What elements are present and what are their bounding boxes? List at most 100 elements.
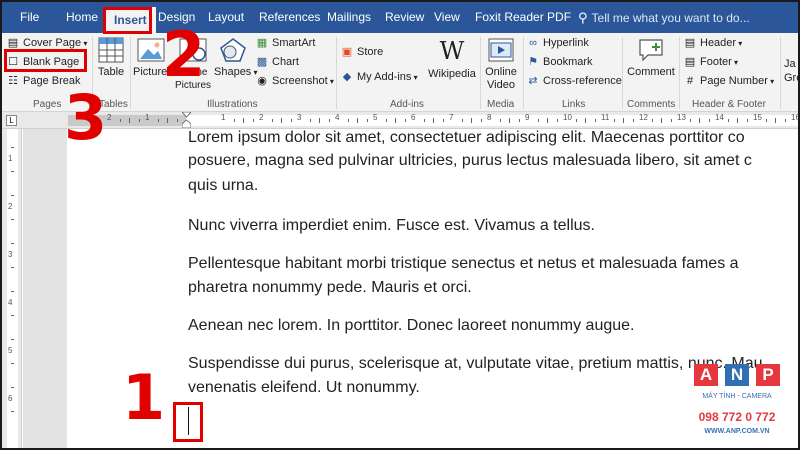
shapes-label: Shapes	[214, 66, 252, 78]
comment-icon	[639, 39, 663, 62]
ruler-number: 7	[449, 113, 454, 122]
ruler-tick	[613, 119, 615, 122]
paragraph-line[interactable]: Lorem ipsum dolor sit amet, consectetuer…	[188, 127, 745, 149]
wikipedia-icon: W	[439, 37, 465, 65]
bookmark-button[interactable]: ⚑ Bookmark	[526, 54, 593, 71]
store-button[interactable]: ▣ Store	[340, 44, 384, 61]
page-break-icon: ☷	[8, 75, 18, 87]
tab-references[interactable]: References	[259, 2, 320, 33]
footer-label: Footer	[700, 56, 732, 68]
ruler-number: 8	[487, 113, 492, 122]
ruler-tick	[737, 118, 738, 123]
ruler-tick	[328, 119, 330, 122]
wikipedia-button[interactable]: W Wikipedia	[426, 37, 478, 81]
hyperlink-button[interactable]: ∞ Hyperlink	[526, 35, 589, 52]
ruler-tick	[167, 118, 168, 123]
tab-selector-icon[interactable]: L	[6, 115, 17, 126]
ruler-tick	[357, 118, 358, 123]
tab-view[interactable]: View	[434, 2, 460, 33]
tell-me-text: Tell me what you want to do...	[591, 11, 750, 25]
online-video-button[interactable]: Online Video	[483, 37, 519, 92]
tab-foxit-reader-pdf[interactable]: Foxit Reader PDF	[475, 2, 571, 33]
ruler-tick	[11, 291, 14, 292]
paragraph-line[interactable]: Aenean nec lorem. In porttitor. Donec la…	[188, 315, 634, 337]
ruler-tick	[271, 119, 273, 122]
header-button[interactable]: ▤ Header ▾	[683, 35, 743, 52]
tab-layout[interactable]: Layout	[208, 2, 244, 33]
ruler-tick	[11, 315, 14, 316]
ruler-tick	[233, 119, 235, 122]
tab-mailings[interactable]: Mailings	[327, 2, 371, 33]
ruler-tick	[423, 119, 425, 122]
indent-marker-icon[interactable]	[181, 111, 192, 129]
group-divider	[336, 37, 337, 109]
tab-file[interactable]: File	[20, 2, 39, 33]
watermark-letter: A	[694, 364, 718, 386]
ruler-tick	[404, 119, 406, 122]
ruler-number: 16	[791, 113, 800, 122]
chart-button[interactable]: ▩ Chart	[255, 54, 299, 71]
tell-me-box[interactable]: ⚲ Tell me what you want to do...	[578, 2, 750, 33]
ruler-tick	[129, 118, 130, 123]
bookmark-label: Bookmark	[543, 56, 593, 68]
ruler-tick	[509, 118, 510, 123]
cover-page-label: Cover Page	[23, 37, 82, 49]
tab-home[interactable]: Home	[66, 2, 98, 33]
highlight-cursor	[173, 402, 203, 442]
ribbon-insert: ▤ Cover Page ▾ ☐ Blank Page ☷ Page Break Pa…	[2, 33, 798, 112]
paragraph-line[interactable]: Nunc viverra imperdiet enim. Fusce est. …	[188, 215, 595, 237]
ruler-tick	[11, 411, 14, 412]
store-icon: ▣	[341, 46, 353, 58]
comment-button[interactable]: Comment	[625, 37, 677, 79]
group-divider	[130, 37, 131, 109]
ruler-tick	[499, 119, 501, 122]
smartart-icon: ▦	[256, 37, 268, 49]
ruler-tick	[433, 118, 434, 123]
ruler-tick	[252, 119, 254, 122]
watermark-letter: P	[756, 364, 780, 386]
screenshot-button[interactable]: ◉ Screenshot ▾	[255, 73, 334, 90]
paragraph-line[interactable]: quis urna.	[188, 175, 258, 197]
smartart-button[interactable]: ▦ SmartArt	[255, 35, 316, 52]
ruler-tick	[11, 219, 14, 220]
footer-icon: ▤	[684, 56, 696, 68]
paragraph-line[interactable]: pharetra nonummy pede. Mauris et orci.	[188, 277, 472, 299]
my-addins-button[interactable]: ◆ My Add-ins ▾	[340, 69, 418, 86]
chevron-down-icon: ▾	[731, 58, 739, 67]
ruler-tick	[347, 119, 349, 122]
ruler-tick	[585, 118, 586, 123]
ruler-number: 12	[639, 113, 648, 122]
ruler-tick	[319, 118, 320, 123]
shapes-button[interactable]: Shapes ▾	[214, 37, 258, 79]
ruler-tick	[461, 119, 463, 122]
watermark-site: WWW.ANP.COM.VN	[704, 428, 770, 435]
header-label: Header	[700, 37, 737, 49]
ruler-number: 4	[8, 298, 13, 307]
cutoff-ribbon-item[interactable]: Ja Gre	[784, 57, 798, 85]
ruler-tick	[727, 119, 729, 122]
paragraph-line[interactable]: Suspendisse dui purus, scelerisque at, v…	[188, 353, 763, 375]
table-label: Table	[97, 66, 125, 78]
ruler-tick	[537, 119, 539, 122]
vertical-ruler[interactable]: 1 2 3 4 5 6	[2, 129, 22, 448]
ruler-number: 2	[107, 113, 112, 122]
ruler-tick	[670, 119, 672, 122]
cross-reference-icon: ⇄	[528, 75, 538, 87]
page-number-icon: #	[686, 75, 694, 87]
cross-reference-button[interactable]: ⇄ Cross-reference	[526, 73, 621, 90]
lightbulb-icon: ⚲	[578, 10, 588, 25]
paragraph-line[interactable]: posuere, magna sed pulvinar ultricies, p…	[188, 150, 752, 172]
chart-label: Chart	[272, 56, 299, 68]
page-number-button[interactable]: # Page Number ▾	[683, 73, 774, 90]
ruler-tick	[518, 119, 520, 122]
paragraph-line[interactable]: Pellentesque habitant morbi tristique se…	[188, 253, 739, 275]
word-window: File Home Insert Design Layout Reference…	[0, 0, 800, 450]
tab-review[interactable]: Review	[385, 2, 424, 33]
paragraph-line[interactable]: venenatis eleifend. Ut nonummy.	[188, 377, 420, 399]
group-label-illustrations: Illustrations	[207, 99, 258, 110]
page-number-label: Page Number	[700, 75, 768, 87]
footer-button[interactable]: ▤ Footer ▾	[683, 54, 738, 71]
ruler-number: 6	[411, 113, 416, 122]
table-button[interactable]: Table	[95, 37, 127, 79]
ruler-tick	[290, 119, 292, 122]
